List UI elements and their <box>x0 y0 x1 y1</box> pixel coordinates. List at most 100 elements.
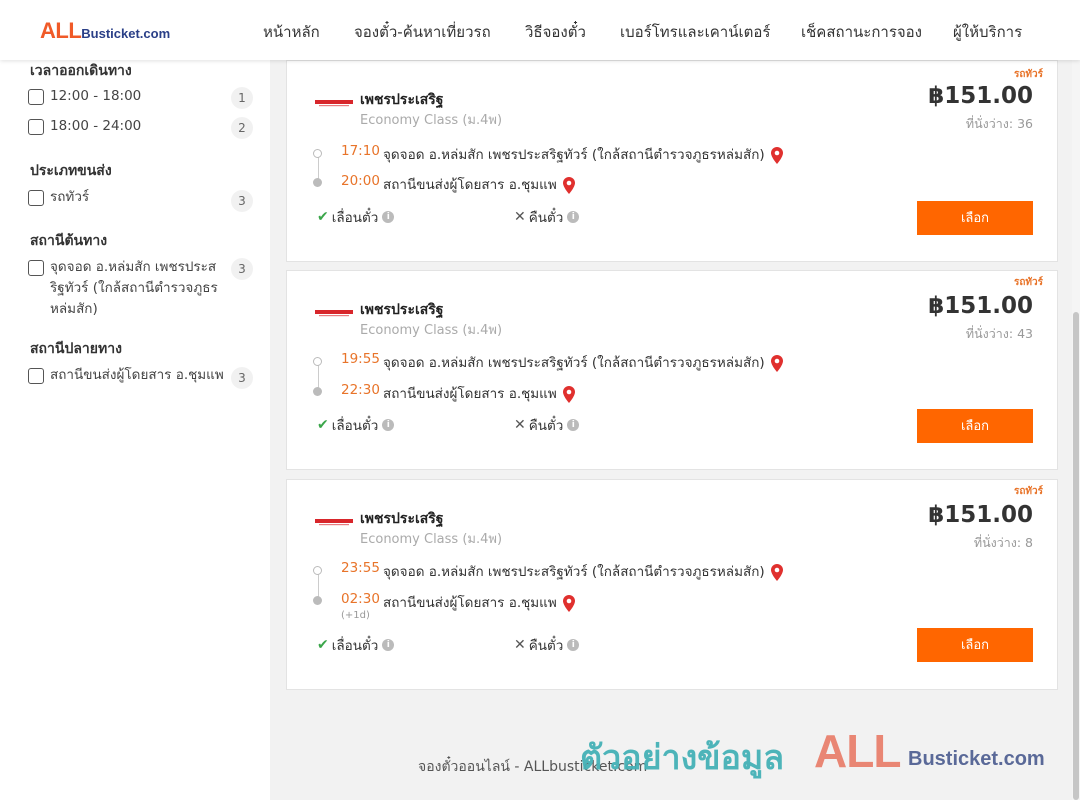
arrival-stop-name: สถานีขนส่งผู้โดยสาร อ.ชุมแพ <box>383 177 557 193</box>
nav-home[interactable]: หน้าหลัก <box>263 20 320 44</box>
watermark-sample-data: ตัวอย่างข้อมูล <box>580 738 785 778</box>
arrival-time: 22:30 <box>341 382 380 398</box>
info-icon[interactable]: i <box>567 419 580 431</box>
map-pin-icon[interactable] <box>770 563 783 581</box>
filter-option-origin-lomsak[interactable]: จุดจอด อ.หล่มสัก เพชรประส ริฐทัวร์ (ใกล้… <box>28 258 258 324</box>
filter-option-label: สถานีขนส่งผู้โดยสาร อ.ชุมแพ <box>50 367 224 383</box>
checkbox[interactable] <box>28 368 44 384</box>
info-icon[interactable]: i <box>382 211 395 223</box>
ticket-price: ฿151.00 <box>928 83 1033 109</box>
departure-stop-name: จุดจอด อ.หล่มสัก เพชรประสริฐทัวร์ (ใกล้ส… <box>383 147 765 163</box>
info-icon[interactable]: i <box>567 211 580 223</box>
nav-check-booking[interactable]: เช็คสถานะการจอง <box>801 20 922 44</box>
checkbox[interactable] <box>28 260 44 276</box>
seats-available: ที่นั่งว่าง: 43 <box>965 326 1033 341</box>
checkbox[interactable] <box>28 190 44 206</box>
feature-refund-label: คืนตั๋ว <box>528 638 564 654</box>
watermark-logo-busticket: Busticket.com <box>908 748 1045 770</box>
operator-name: เพชรประเสริฐ <box>360 302 444 318</box>
map-pin-icon[interactable] <box>770 146 783 164</box>
filter-option-departure-18-24[interactable]: 18:00 - 24:00 2 <box>28 117 258 139</box>
cross-icon: ✕ <box>514 209 526 225</box>
feature-refund-label: คืนตั๋ว <box>528 418 564 434</box>
departure-dot-icon <box>313 149 322 158</box>
nav-operators[interactable]: ผู้ให้บริการ <box>953 20 1022 44</box>
checkbox[interactable] <box>28 89 44 105</box>
check-icon: ✔ <box>317 637 329 653</box>
map-pin-icon[interactable] <box>562 594 575 612</box>
info-icon[interactable]: i <box>382 639 395 651</box>
feature-refund: ✕ คืนตั๋ว i <box>514 634 580 656</box>
info-icon[interactable]: i <box>382 419 395 431</box>
filter-option-departure-12-18[interactable]: 12:00 - 18:00 1 <box>28 87 258 109</box>
seats-available: ที่นั่งว่าง: 8 <box>973 535 1033 550</box>
filter-sidebar: เวลาออกเดินทาง 12:00 - 18:00 1 18:00 - 2… <box>0 60 270 800</box>
select-trip-button[interactable]: เลือก <box>917 628 1033 662</box>
feature-refund-label: คืนตั๋ว <box>528 210 564 226</box>
info-icon[interactable]: i <box>567 639 580 651</box>
filter-option-destination-chumphae[interactable]: สถานีขนส่งผู้โดยสาร อ.ชุมแพ 3 <box>28 366 258 389</box>
operator-name: เพชรประเสริฐ <box>360 511 444 527</box>
filter-count-badge: 3 <box>231 367 253 389</box>
arrival-stop[interactable]: สถานีขนส่งผู้โดยสาร อ.ชุมแพ <box>383 591 575 613</box>
feature-refund: ✕ คืนตั๋ว i <box>514 414 580 436</box>
next-day-indicator: (+1d) <box>341 610 370 621</box>
departure-time: 23:55 <box>341 560 380 576</box>
operator-name: เพชรประเสริฐ <box>360 92 444 108</box>
arrival-stop-name: สถานีขนส่งผู้โดยสาร อ.ชุมแพ <box>383 595 557 611</box>
scrollbar-thumb[interactable] <box>1073 312 1079 800</box>
filter-option-tour-bus[interactable]: รถทัวร์ 3 <box>28 188 258 212</box>
check-icon: ✔ <box>317 417 329 433</box>
logo-all-text: ALL <box>40 18 82 43</box>
arrival-dot-icon <box>313 178 322 187</box>
checkbox[interactable] <box>28 119 44 135</box>
departure-stop-name: จุดจอด อ.หล่มสัก เพชรประสริฐทัวร์ (ใกล้ส… <box>383 564 765 580</box>
ticket-price: ฿151.00 <box>928 502 1033 528</box>
select-trip-button[interactable]: เลือก <box>917 201 1033 235</box>
logo-busticket-text: Busticket.com <box>81 26 171 41</box>
feature-reschedule-label: เลื่อนตั๋ว <box>331 210 379 226</box>
seats-available: ที่นั่งว่าง: 36 <box>965 116 1033 131</box>
filter-heading-destination: สถานีปลายทาง <box>30 341 122 357</box>
filter-option-label-line: จุดจอด อ.หล่มสัก เพชรประส <box>50 259 217 275</box>
filter-option-label: รถทัวร์ <box>50 189 90 205</box>
nav-phone-counters[interactable]: เบอร์โทรและเคาน์เตอร์ <box>620 20 770 44</box>
seat-class: Economy Class (ม.4พ) <box>360 323 503 338</box>
arrival-stop[interactable]: สถานีขนส่งผู้โดยสาร อ.ชุมแพ <box>383 382 575 404</box>
nav-how-to-book[interactable]: วิธีจองตั๋ว <box>525 20 586 44</box>
departure-time: 17:10 <box>341 143 380 159</box>
filter-option-label-line: หล่มสัก) <box>50 301 98 317</box>
vehicle-type-tag: รถทัวร์ <box>1013 69 1043 80</box>
arrival-dot-icon <box>313 596 322 605</box>
map-pin-icon[interactable] <box>562 176 575 194</box>
feature-reschedule: ✔ เลื่อนตั๋ว i <box>317 414 395 436</box>
arrival-stop[interactable]: สถานีขนส่งผู้โดยสาร อ.ชุมแพ <box>383 173 575 195</box>
seat-class: Economy Class (ม.4พ) <box>360 532 503 547</box>
departure-dot-icon <box>313 566 322 575</box>
departure-stop[interactable]: จุดจอด อ.หล่มสัก เพชรประสริฐทัวร์ (ใกล้ส… <box>383 351 783 373</box>
filter-option-label: 12:00 - 18:00 <box>50 88 142 104</box>
filter-heading-departure-time: เวลาออกเดินทาง <box>30 63 132 79</box>
trip-card: รถทัวร์ เพชรประเสริฐ Economy Class (ม.4พ… <box>286 270 1058 470</box>
cross-icon: ✕ <box>514 637 526 653</box>
site-logo[interactable]: ALL Busticket.com <box>40 18 170 44</box>
feature-reschedule: ✔ เลื่อนตั๋ว i <box>317 634 395 656</box>
operator-logo-icon <box>315 310 353 317</box>
arrival-time: 02:30 <box>341 591 380 607</box>
filter-count-badge: 3 <box>231 190 253 212</box>
trip-card: รถทัวร์ เพชรประเสริฐ Economy Class (ม.4พ… <box>286 479 1058 690</box>
vehicle-type-tag: รถทัวร์ <box>1013 277 1043 288</box>
filter-option-label: 18:00 - 24:00 <box>50 118 142 134</box>
vehicle-type-tag: รถทัวร์ <box>1013 486 1043 497</box>
operator-logo-icon <box>315 519 353 526</box>
nav-book-search[interactable]: จองตั๋ว-ค้นหาเที่ยวรถ <box>354 20 491 44</box>
top-navbar: ALL Busticket.com หน้าหลัก จองตั๋ว-ค้นหา… <box>0 0 1080 60</box>
map-pin-icon[interactable] <box>770 354 783 372</box>
feature-refund: ✕ คืนตั๋ว i <box>514 206 580 228</box>
map-pin-icon[interactable] <box>562 385 575 403</box>
watermark-logo-all: ALL <box>814 725 901 777</box>
departure-stop[interactable]: จุดจอด อ.หล่มสัก เพชรประสริฐทัวร์ (ใกล้ส… <box>383 143 783 165</box>
ticket-price: ฿151.00 <box>928 293 1033 319</box>
departure-stop[interactable]: จุดจอด อ.หล่มสัก เพชรประสริฐทัวร์ (ใกล้ส… <box>383 560 783 582</box>
select-trip-button[interactable]: เลือก <box>917 409 1033 443</box>
